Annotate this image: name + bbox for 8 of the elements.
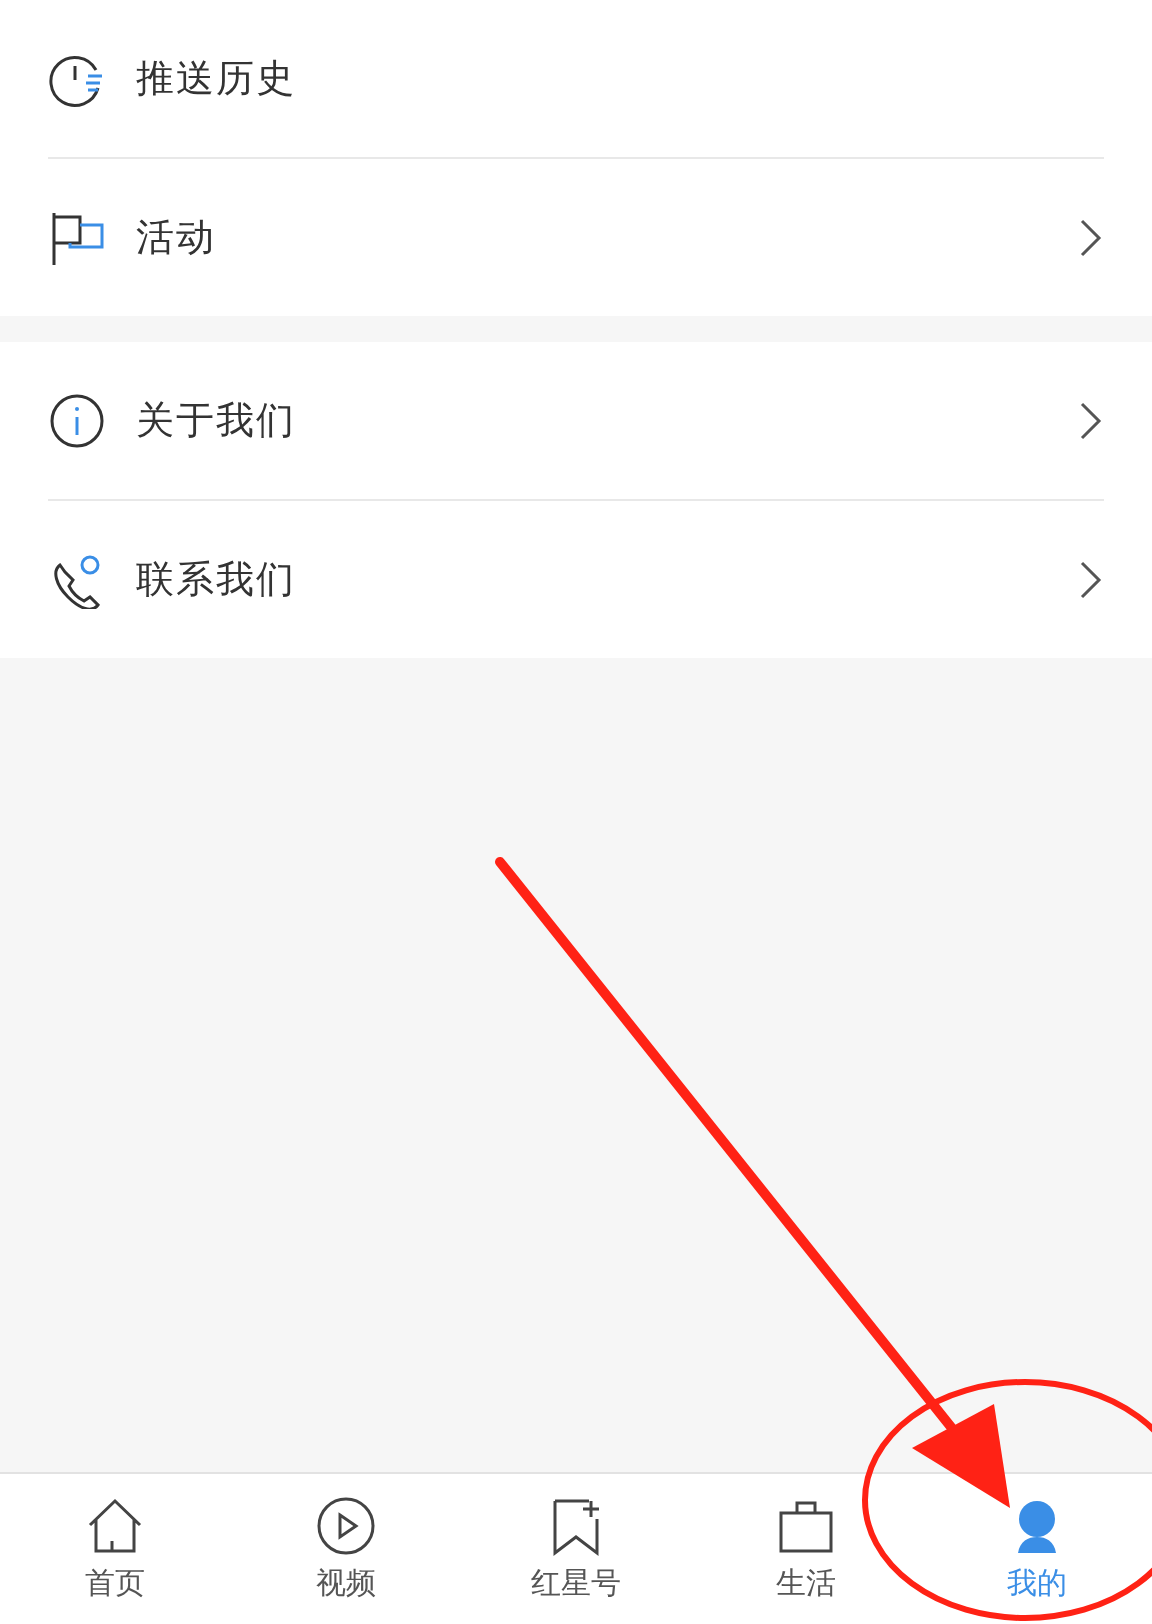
menu-item-label[interactable]: 联系我们 (136, 554, 1048, 605)
menu-item-label[interactable]: 关于我们 (136, 395, 1048, 446)
tab[interactable]: 首页 (0, 1474, 231, 1624)
tab[interactable]: 红星号 (460, 1474, 692, 1624)
tab[interactable]: 视频 (230, 1474, 461, 1624)
menu-item-label[interactable]: 活动 (136, 212, 1048, 263)
tab[interactable]: 生活 (691, 1474, 922, 1624)
menu-item-label[interactable]: 推送历史 (136, 53, 1104, 104)
